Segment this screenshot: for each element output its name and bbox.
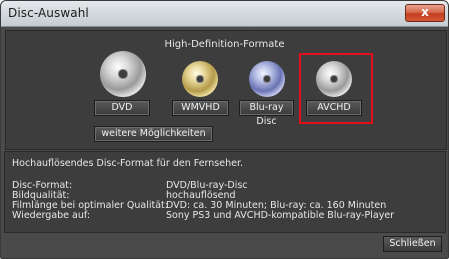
close-dialog-button[interactable]: Schließen	[383, 236, 442, 252]
format-info-panel: Hochauflösendes Disc-Format für den Fern…	[4, 151, 446, 233]
wmvhd-button[interactable]: WMVHD	[172, 100, 229, 116]
bluray-disc-icon[interactable]	[249, 61, 285, 97]
dvd-disc-icon[interactable]	[100, 51, 146, 97]
window-close-button[interactable]: x	[405, 4, 445, 22]
selection-highlight	[299, 53, 373, 124]
window-title: Disc-Auswahl	[8, 6, 89, 20]
format-group-label: High-Definition-Formate	[164, 39, 285, 50]
info-label: Wiedergabe auf:	[12, 210, 91, 221]
close-icon: x	[421, 5, 429, 19]
format-description: Hochauflösendes Disc-Format für den Fern…	[12, 158, 244, 169]
info-value: Sony PS3 und AVCHD-kompatible Blu-ray-Pl…	[166, 210, 395, 221]
wmvhd-disc-icon[interactable]	[182, 61, 218, 97]
bluray-button[interactable]: Blu-ray Disc	[239, 100, 294, 127]
dvd-button[interactable]: DVD	[94, 100, 150, 116]
more-options-button[interactable]: weitere Möglichkeiten	[94, 126, 213, 142]
title-bar: Disc-Auswahl x	[1, 1, 448, 27]
